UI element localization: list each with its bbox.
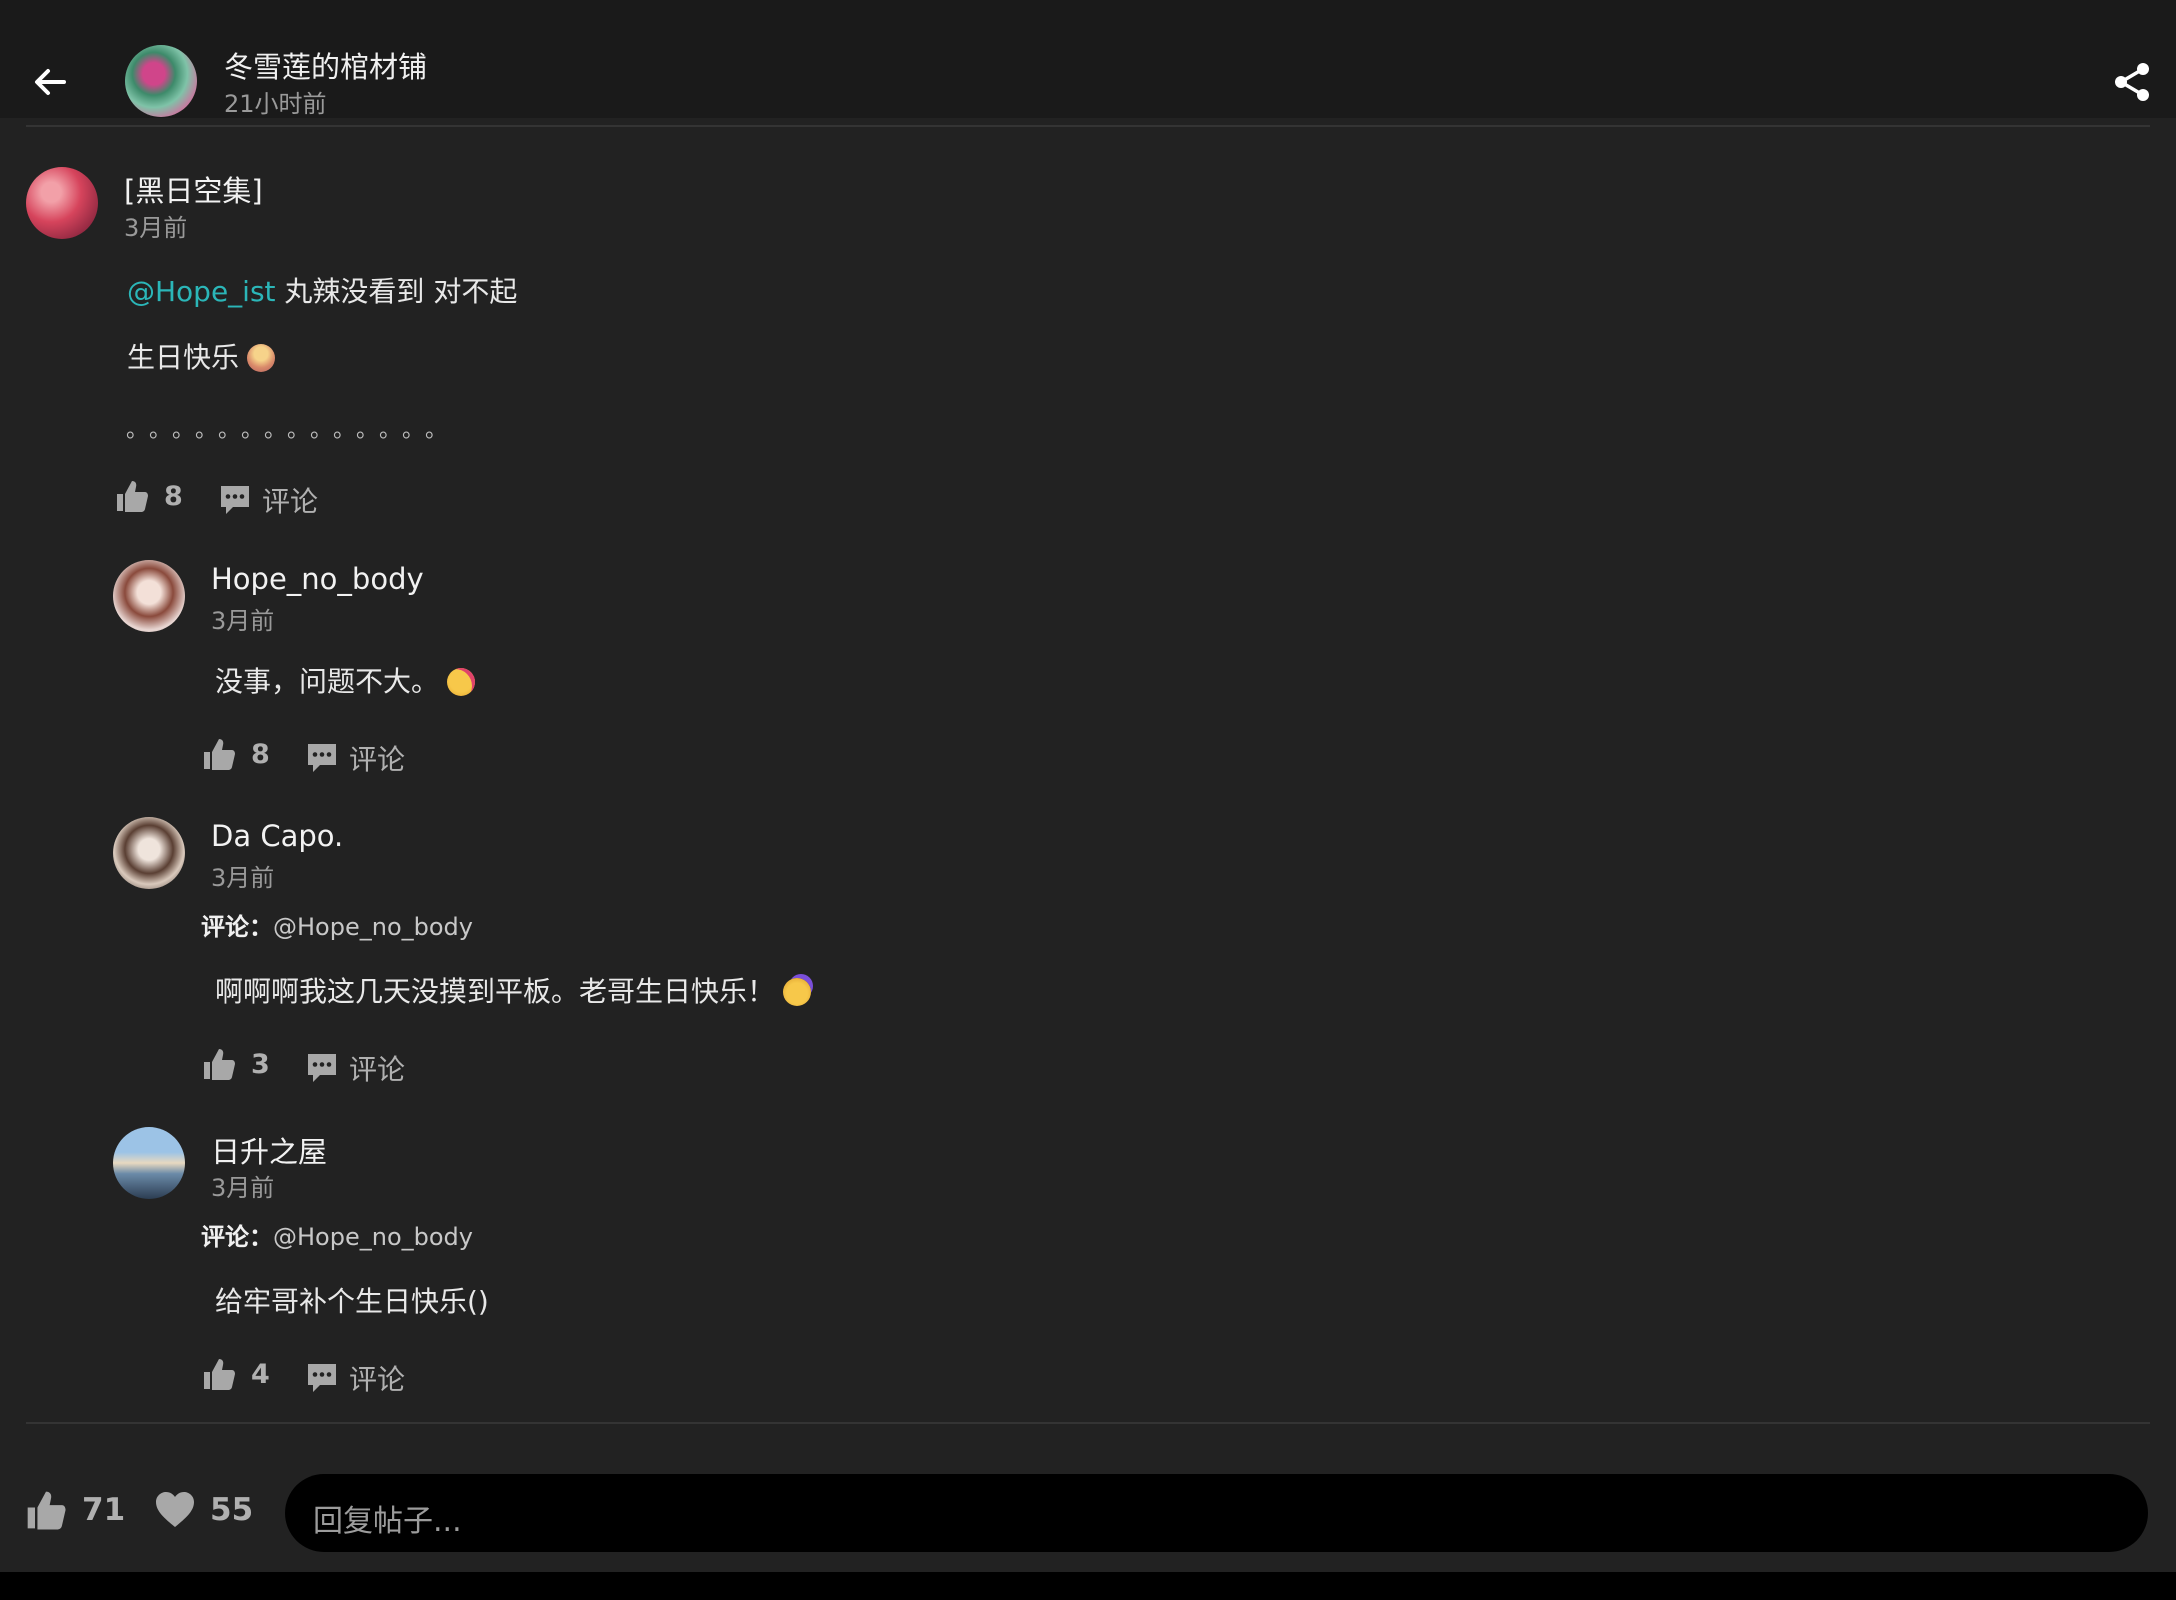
comment-label: 评论: [262, 485, 319, 518]
comment-bubble-icon: [308, 1054, 336, 1082]
reply-author[interactable]: Da Capo.: [211, 819, 343, 853]
reply-to-target[interactable]: @Hope_no_body: [273, 1223, 473, 1251]
like-count: 8: [164, 480, 183, 512]
comment-button[interactable]: 评论: [218, 480, 318, 520]
comment-time: 3月前: [124, 214, 188, 242]
header-divider: [26, 125, 2150, 127]
reply-to-label: 评论：: [201, 1223, 273, 1251]
like-button[interactable]: 8: [201, 736, 270, 772]
comment-avatar[interactable]: [26, 167, 98, 239]
post-title: 冬雪莲的棺材铺: [224, 50, 428, 84]
comment-line-2: 生日快乐: [127, 336, 276, 376]
kissing-face-emoji: [447, 668, 476, 696]
reply-input-placeholder: 回复帖子...: [313, 1504, 462, 1539]
reply-time: 3月前: [211, 864, 275, 892]
comment-label: 评论: [349, 1363, 406, 1396]
comment-button[interactable]: 评论: [305, 1048, 405, 1088]
comment-bubble-icon: [308, 1364, 336, 1392]
reply-to-line: 评论：@Hope_no_body: [201, 907, 473, 942]
post-author-avatar[interactable]: [125, 45, 197, 117]
like-count: 4: [251, 1358, 270, 1390]
comment-label: 评论: [349, 1053, 406, 1086]
comment-author[interactable]: [黑日空集]: [124, 168, 263, 210]
party-face-emoji: [783, 978, 812, 1006]
comment-bubble-icon: [221, 486, 249, 514]
reply-time: 3月前: [211, 607, 275, 635]
reply-avatar[interactable]: [113, 817, 185, 889]
post-like-button[interactable]: 71: [24, 1488, 125, 1532]
reply-text-content: 啊啊啊我这几天没摸到平板。老哥生日快乐！: [215, 975, 776, 1008]
thumbs-up-icon: [204, 1049, 235, 1080]
comment-label: 评论: [349, 743, 406, 776]
reply-author[interactable]: Hope_no_body: [211, 562, 424, 596]
thumbs-up-icon: [117, 481, 148, 512]
reply-text: 啊啊啊我这几天没摸到平板。老哥生日快乐！: [215, 970, 812, 1010]
post-time: 21小时前: [224, 90, 327, 118]
comment-bubble-icon: [308, 744, 336, 772]
like-count: 3: [251, 1048, 270, 1080]
reply-to-target[interactable]: @Hope_no_body: [273, 913, 473, 941]
reply-avatar[interactable]: [113, 560, 185, 632]
comment-line-1: @Hope_ist 丸辣没看到 对不起: [127, 270, 517, 310]
thumbs-up-icon: [27, 1491, 66, 1530]
mention-link[interactable]: @Hope_ist: [127, 275, 276, 308]
comment-line-3: 。。。。。。。。。。。。。。: [126, 418, 460, 443]
birthday-cake-emoji: [247, 344, 276, 372]
reply-to-label: 评论：: [201, 913, 273, 941]
reply-text-content: 没事，问题不大。: [215, 665, 440, 698]
reply-time: 3月前: [211, 1174, 275, 1202]
like-button[interactable]: 4: [201, 1356, 270, 1392]
footer-divider: [26, 1422, 2150, 1424]
share-button[interactable]: [2110, 60, 2154, 104]
post-favorite-count: 55: [210, 1492, 254, 1528]
reply-text: 没事，问题不大。: [215, 660, 476, 700]
reply-text: 给牢哥补个生日快乐(): [215, 1285, 489, 1318]
thumbs-up-icon: [204, 739, 235, 770]
post-like-count: 71: [82, 1492, 126, 1528]
reply-to-line: 评论：@Hope_no_body: [201, 1217, 473, 1252]
back-button[interactable]: [28, 60, 72, 104]
comment-button[interactable]: 评论: [305, 1358, 405, 1398]
arrow-left-icon: [35, 69, 66, 95]
like-button[interactable]: 8: [114, 478, 183, 514]
heart-icon: [156, 1492, 194, 1527]
comment-line-2-text: 生日快乐: [127, 341, 240, 374]
like-button[interactable]: 3: [201, 1046, 270, 1082]
top-app-bar: 冬雪莲的棺材铺 21小时前: [0, 0, 2176, 118]
system-nav-strip: [0, 1572, 2176, 1600]
comment-button[interactable]: 评论: [305, 738, 405, 778]
share-icon: [2115, 63, 2149, 101]
comment-line-1-text: 丸辣没看到 对不起: [275, 275, 518, 308]
reply-avatar[interactable]: [113, 1127, 185, 1199]
reply-author[interactable]: 日升之屋: [211, 1129, 327, 1171]
reply-input[interactable]: 回复帖子...: [285, 1474, 2148, 1552]
post-favorite-button[interactable]: 55: [154, 1490, 253, 1530]
like-count: 8: [251, 738, 270, 770]
thumbs-up-icon: [204, 1359, 235, 1390]
